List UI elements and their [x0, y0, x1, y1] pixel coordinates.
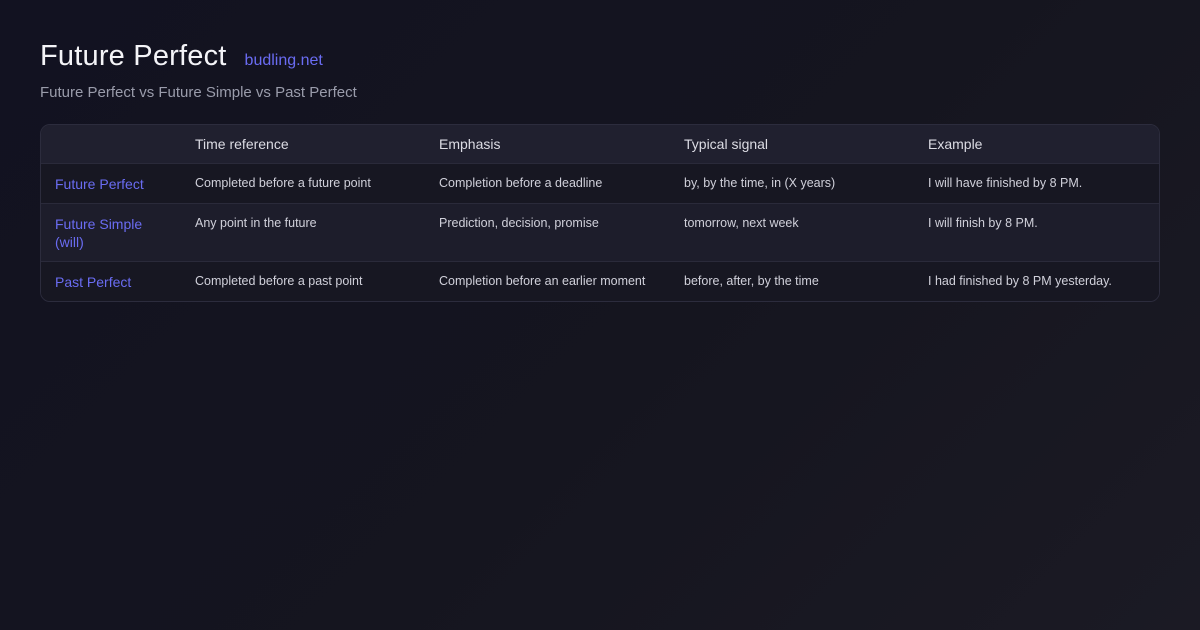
typical-signal-cell: before, after, by the time [684, 274, 819, 288]
emphasis-cell: Prediction, decision, promise [439, 216, 599, 230]
time-reference-cell: Completed before a future point [195, 176, 371, 190]
column-header-typical-signal: Typical signal [684, 136, 769, 152]
comparison-table-card: Time reference Emphasis Typical signal E… [40, 124, 1160, 302]
table-header-row: Time reference Emphasis Typical signal E… [41, 125, 1159, 164]
column-header-tense [41, 125, 181, 164]
example-cell: I will have finished by 8 PM. [928, 176, 1083, 190]
table-row: Past Perfect Completed before a past poi… [41, 261, 1159, 301]
time-reference-cell: Any point in the future [195, 216, 317, 230]
tense-cell: Future Simple (will) [55, 216, 143, 250]
tense-cell: Future Perfect [55, 176, 144, 192]
table-row: Future Perfect Completed before a future… [41, 163, 1159, 204]
column-header-time-reference: Time reference [195, 136, 289, 152]
site-link[interactable]: budling.net [245, 52, 323, 70]
column-header-example: Example [928, 136, 983, 152]
page-subtitle: Future Perfect vs Future Simple vs Past … [40, 84, 357, 101]
tense-cell: Past Perfect [55, 274, 132, 290]
emphasis-cell: Completion before a deadline [439, 176, 603, 190]
time-reference-cell: Completed before a past point [195, 274, 363, 288]
typical-signal-cell: tomorrow, next week [684, 216, 799, 230]
typical-signal-cell: by, by the time, in (X years) [684, 176, 836, 190]
title-row: Future Perfect budling.net [40, 40, 357, 73]
page-title: Future Perfect [40, 40, 227, 72]
column-header-emphasis: Emphasis [439, 136, 501, 152]
emphasis-cell: Completion before an earlier moment [439, 274, 646, 288]
example-cell: I will finish by 8 PM. [928, 216, 1038, 230]
table-row: Future Simple (will) Any point in the fu… [41, 203, 1159, 262]
example-cell: I had finished by 8 PM yesterday. [928, 274, 1112, 288]
comparison-table: Time reference Emphasis Typical signal E… [41, 125, 1159, 301]
page-header: Future Perfect budling.net Future Perfec… [40, 40, 357, 101]
